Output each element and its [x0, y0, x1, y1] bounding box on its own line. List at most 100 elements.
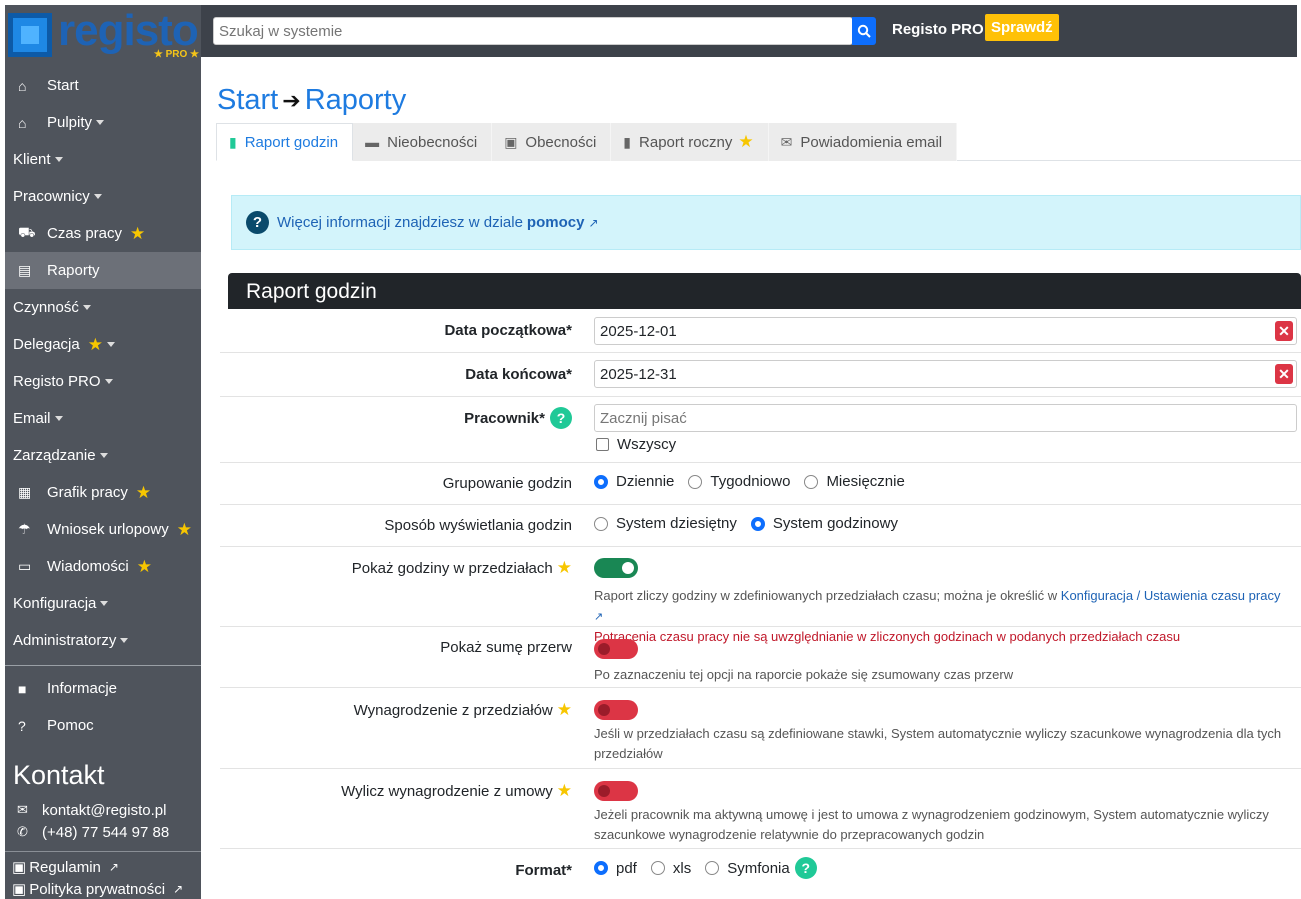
display-option-system-godzinowy[interactable]: System godzinowy	[750, 515, 898, 532]
contact-email[interactable]: ✉ kontakt@registo.pl	[5, 799, 201, 821]
external-link-icon: ↗	[594, 611, 604, 623]
sidebar-item-label: Zarządzanie	[13, 447, 96, 464]
sidebar-item-pracownicy[interactable]: Pracownicy	[5, 178, 201, 215]
star-icon: ★	[176, 519, 192, 539]
home-icon: ⌂	[18, 77, 27, 94]
sprawdz-button[interactable]: Sprawdź	[985, 14, 1059, 41]
tab-nieobecno-ci[interactable]: ▬ Nieobecności	[353, 123, 493, 161]
grouping-option-label: Tygodniowo	[710, 473, 791, 490]
sidebar-item-label: Grafik pracy	[47, 484, 128, 501]
format-option-xls[interactable]: xls	[650, 859, 692, 877]
format-option-label: Symfonia	[727, 859, 790, 877]
start-date-input[interactable]: 2025-12-01 ✕	[594, 317, 1297, 345]
employee-label: Pracownik*	[464, 409, 545, 427]
display-option-system-dziesi-tny[interactable]: System dziesiętny	[594, 515, 737, 532]
end-date-input[interactable]: 2025-12-31 ✕	[594, 360, 1297, 388]
end-date-label: Data końcowa*	[465, 366, 572, 383]
tab-obecno-ci[interactable]: ▣ Obecności	[492, 123, 612, 161]
tab-raport-roczny[interactable]: ▮ Raport roczny ★	[611, 123, 769, 161]
grouping-radio[interactable]	[804, 474, 819, 489]
employee-input[interactable]: Zacznij pisać	[594, 404, 1297, 432]
sidebar-item-raporty[interactable]: ▤ Raporty	[5, 252, 201, 289]
report-tabs: ▮ Raport godzin ▬ Nieobecności ▣ Obecności ▮ Ra…	[216, 123, 1301, 161]
polityka-link[interactable]: ▣ Polityka prywatności ↗	[5, 878, 201, 899]
clear-start-date-button[interactable]: ✕	[1275, 321, 1293, 341]
question-icon: ?	[18, 717, 26, 734]
sidebar-item-czynno-[interactable]: Czynność	[5, 289, 201, 326]
grouping-option-dziennie[interactable]: Dziennie	[594, 473, 674, 490]
format-radio[interactable]	[705, 861, 720, 875]
caret-down-icon	[54, 157, 63, 162]
display-radio[interactable]	[594, 516, 608, 531]
sidebar-item-label: Email	[13, 410, 51, 427]
sidebar-item-klient[interactable]: Klient	[5, 141, 201, 178]
sidebar-item-label: Pomoc	[47, 717, 94, 734]
salary-contract-toggle[interactable]	[594, 781, 638, 801]
search-input[interactable]	[213, 17, 853, 45]
sidebar-item-zarz-dzanie[interactable]: Zarządzanie	[5, 437, 201, 474]
star-icon: ★	[556, 700, 572, 719]
all-employees-checkbox[interactable]	[596, 438, 609, 451]
caret-down-icon	[54, 416, 63, 421]
sidebar-item-email[interactable]: Email	[5, 400, 201, 437]
help-link[interactable]: pomocy	[527, 214, 585, 231]
salary-intervals-row: Wynagrodzenie z przedziałów ★ Jeśli w pr…	[220, 688, 1301, 769]
salary-intervals-toggle[interactable]	[594, 700, 638, 720]
sidebar-item-delegacja[interactable]: Delegacja ★	[5, 326, 201, 363]
employee-help-icon[interactable]: ?	[550, 407, 572, 429]
format-option-pdf[interactable]: pdf	[594, 860, 637, 877]
sidebar-item-label: Pracownicy	[13, 188, 90, 205]
intervals-desc-text: Raport zliczy godziny w zdefiniowanych p…	[594, 588, 1058, 603]
sidebar-item-label: Informacje	[47, 680, 118, 697]
format-radio[interactable]	[650, 861, 665, 875]
all-employees-label: Wszyscy	[617, 436, 677, 453]
sidebar-item-wiadomo-ci[interactable]: ▭ Wiadomości ★	[5, 548, 201, 585]
regulamin-link[interactable]: ▣ Regulamin ↗	[5, 856, 201, 878]
tab-label: Raport godzin	[244, 133, 339, 151]
sidebar-item-informacje[interactable]: ■ Informacje	[5, 670, 201, 707]
search-button[interactable]	[852, 17, 876, 45]
contact-phone[interactable]: ✆ (+48) 77 544 97 88	[5, 821, 201, 843]
sidebar-item-registo-pro[interactable]: Registo PRO	[5, 363, 201, 400]
sidebar-item-wniosek-urlopowy[interactable]: ☂ Wniosek urlopowy ★	[5, 511, 201, 548]
sidebar-item-pomoc[interactable]: ? Pomoc	[5, 707, 201, 744]
message-icon: ▭	[18, 558, 32, 574]
format-row: Format* pdf xls Symfonia?	[220, 849, 1301, 899]
question-circle-icon: ?	[246, 211, 269, 234]
clear-end-date-button[interactable]: ✕	[1275, 364, 1293, 384]
breadcrumb-start-link[interactable]: Start	[217, 84, 278, 117]
display-radio[interactable]	[750, 516, 765, 531]
star-icon: ★	[130, 223, 146, 243]
sidebar-item-administratorzy[interactable]: Administratorzy	[5, 622, 201, 659]
grouping-option-miesi-cznie[interactable]: Miesięcznie	[804, 473, 905, 490]
intervals-config-link[interactable]: Konfiguracja / Ustawienia czasu pracy	[1061, 588, 1281, 603]
start-date-label: Data początkowa*	[444, 322, 572, 339]
employee-label-group: Pracownik* ?	[464, 407, 572, 429]
contact-phone-text: (+48) 77 544 97 88	[42, 823, 170, 841]
book-icon: ▣	[12, 859, 27, 876]
grouping-option-tygodniowo[interactable]: Tygodniowo	[688, 473, 790, 490]
report-icon: ▤	[18, 262, 32, 278]
format-radio[interactable]	[594, 861, 608, 875]
pro-badge: ★ PRO ★	[153, 49, 199, 60]
sidebar-item-grafik-pracy[interactable]: ▦ Grafik pracy ★	[5, 474, 201, 511]
sidebar-item-czas-pracy[interactable]: ⛟ Czas pracy ★	[5, 215, 201, 252]
grouping-radio[interactable]	[594, 474, 608, 489]
format-option-symfonia[interactable]: Symfonia?	[705, 857, 817, 879]
caret-down-icon	[100, 601, 109, 606]
format-option-label: xls	[672, 859, 692, 877]
caret-down-icon	[96, 120, 105, 125]
sidebar-item-start[interactable]: ⌂ Start	[5, 67, 201, 104]
tab-raport-godzin[interactable]: ▮ Raport godzin	[216, 123, 354, 161]
sidebar-item-pulpity[interactable]: ⌂ Pulpity	[5, 104, 201, 141]
sidebar-item-konfiguracja[interactable]: Konfiguracja	[5, 585, 201, 622]
symfonia-help-icon[interactable]: ?	[794, 857, 817, 879]
intervals-label: Pokaż godziny w przedziałach	[351, 559, 553, 577]
intervals-toggle[interactable]	[594, 558, 638, 578]
grouping-radio[interactable]	[688, 474, 703, 489]
breaks-toggle[interactable]	[594, 639, 638, 659]
tab-powiadomienia-email[interactable]: ✉ Powiadomienia email	[768, 123, 958, 161]
intervals-label-group: Pokaż godziny w przedziałach ★	[352, 558, 572, 578]
sidebar-divider	[5, 665, 201, 666]
logo[interactable]: registo ★ PRO ★	[5, 5, 201, 67]
